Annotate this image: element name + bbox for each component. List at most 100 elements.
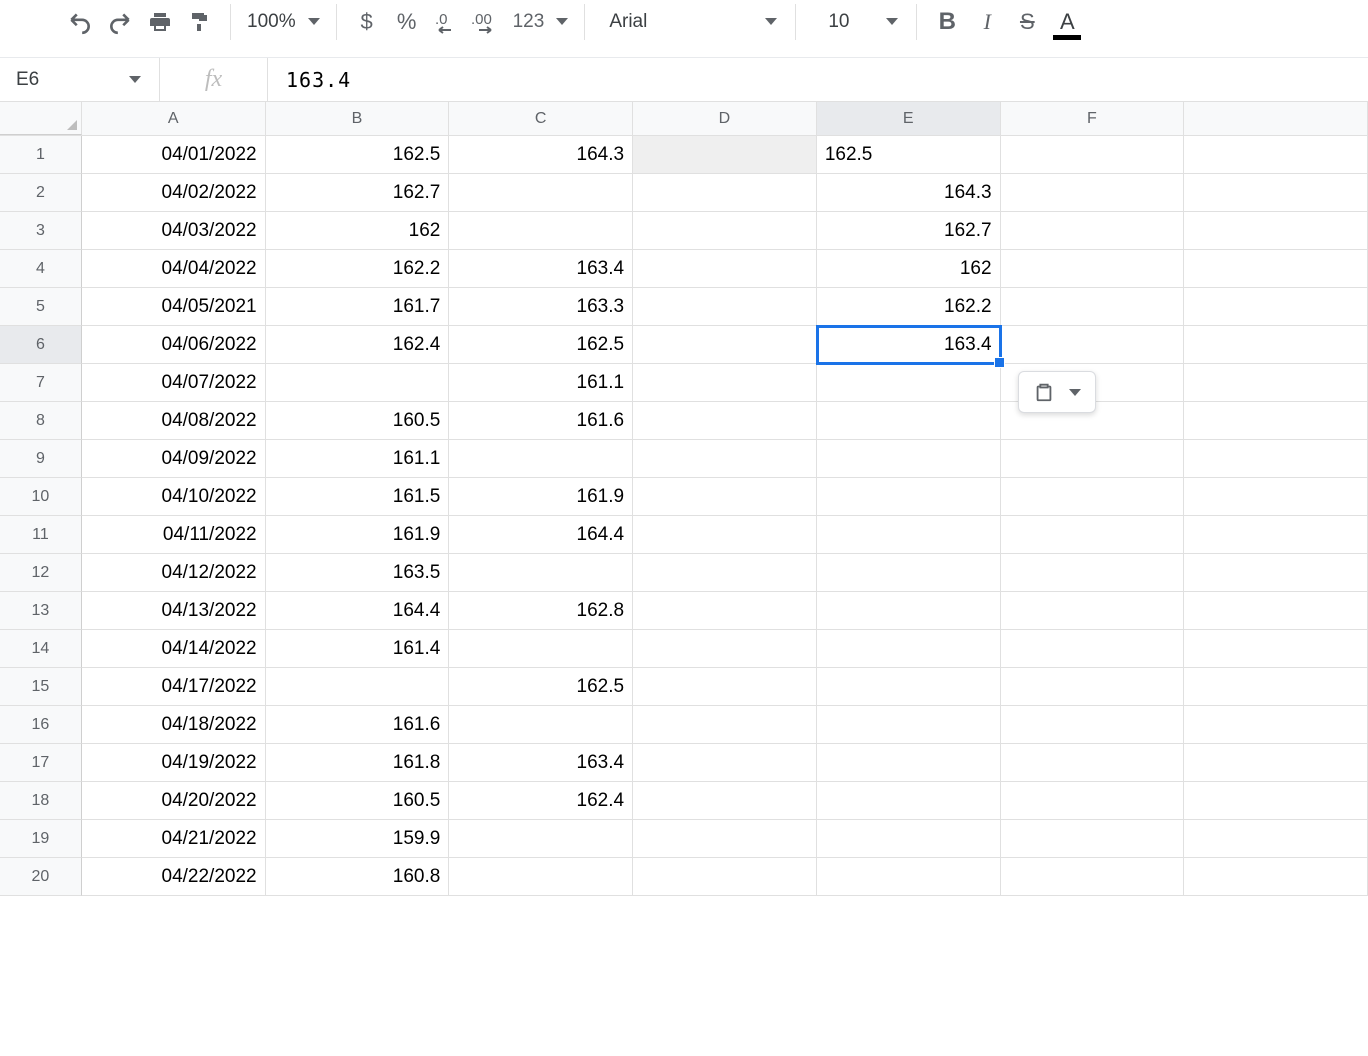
- cell[interactable]: 164.3: [449, 136, 633, 174]
- cell[interactable]: 164.4: [266, 592, 450, 630]
- name-box[interactable]: E6: [0, 58, 160, 101]
- cell[interactable]: 159.9: [266, 820, 450, 858]
- cell[interactable]: [633, 402, 817, 440]
- row-header[interactable]: 12: [0, 554, 82, 592]
- text-color-button[interactable]: A: [1047, 2, 1087, 42]
- cell[interactable]: [633, 440, 817, 478]
- cell[interactable]: 162: [266, 212, 450, 250]
- cell[interactable]: [1184, 250, 1368, 288]
- cell[interactable]: [1184, 364, 1368, 402]
- cell[interactable]: [633, 744, 817, 782]
- cell[interactable]: 162.7: [266, 174, 450, 212]
- cell[interactable]: [817, 820, 1001, 858]
- zoom-dropdown[interactable]: 100%: [241, 2, 326, 42]
- cell[interactable]: [1001, 630, 1185, 668]
- row-header[interactable]: 5: [0, 288, 82, 326]
- cell[interactable]: [449, 858, 633, 896]
- cell[interactable]: 161.5: [266, 478, 450, 516]
- cell[interactable]: [633, 136, 817, 174]
- row-header[interactable]: 13: [0, 592, 82, 630]
- cell[interactable]: [1001, 212, 1185, 250]
- font-dropdown[interactable]: Arial: [595, 2, 785, 42]
- cell[interactable]: [1184, 136, 1368, 174]
- cell[interactable]: 163.5: [266, 554, 450, 592]
- cell[interactable]: 162.5: [266, 136, 450, 174]
- cell[interactable]: [1184, 668, 1368, 706]
- cell[interactable]: [817, 858, 1001, 896]
- cell[interactable]: [1001, 136, 1185, 174]
- column-header[interactable]: F: [1001, 102, 1185, 135]
- row-header[interactable]: 16: [0, 706, 82, 744]
- cell[interactable]: [633, 288, 817, 326]
- cell[interactable]: 04/10/2022: [82, 478, 266, 516]
- cell[interactable]: 162: [817, 250, 1001, 288]
- row-header[interactable]: 20: [0, 858, 82, 896]
- cell[interactable]: [817, 668, 1001, 706]
- more-formats-dropdown[interactable]: 123: [507, 2, 575, 42]
- cell[interactable]: 161.7: [266, 288, 450, 326]
- cell[interactable]: [633, 478, 817, 516]
- cell[interactable]: 162.2: [817, 288, 1001, 326]
- cell[interactable]: 04/12/2022: [82, 554, 266, 592]
- cell[interactable]: 04/03/2022: [82, 212, 266, 250]
- column-header[interactable]: C: [449, 102, 633, 135]
- row-header[interactable]: 15: [0, 668, 82, 706]
- cell[interactable]: [449, 440, 633, 478]
- cell[interactable]: [633, 174, 817, 212]
- cell[interactable]: [1001, 288, 1185, 326]
- cell[interactable]: [1184, 592, 1368, 630]
- cell[interactable]: [633, 668, 817, 706]
- cell[interactable]: [449, 212, 633, 250]
- column-header[interactable]: [1184, 102, 1368, 135]
- cell[interactable]: [1001, 440, 1185, 478]
- cell[interactable]: [1001, 554, 1185, 592]
- cell[interactable]: 163.4: [449, 744, 633, 782]
- cell[interactable]: [1184, 516, 1368, 554]
- cell[interactable]: [1184, 630, 1368, 668]
- cell[interactable]: 161.8: [266, 744, 450, 782]
- strikethrough-button[interactable]: S: [1007, 2, 1047, 42]
- cell[interactable]: [1001, 858, 1185, 896]
- cell[interactable]: [1001, 706, 1185, 744]
- cell[interactable]: 04/21/2022: [82, 820, 266, 858]
- cell[interactable]: 161.6: [449, 402, 633, 440]
- row-header[interactable]: 19: [0, 820, 82, 858]
- cell[interactable]: [1184, 706, 1368, 744]
- cell[interactable]: [633, 706, 817, 744]
- cell[interactable]: [633, 212, 817, 250]
- cell[interactable]: 162.5: [449, 668, 633, 706]
- row-header[interactable]: 7: [0, 364, 82, 402]
- cell[interactable]: 161.1: [449, 364, 633, 402]
- cell[interactable]: [817, 706, 1001, 744]
- row-header[interactable]: 4: [0, 250, 82, 288]
- cell[interactable]: 04/20/2022: [82, 782, 266, 820]
- cell[interactable]: [1001, 250, 1185, 288]
- cell[interactable]: [817, 516, 1001, 554]
- row-header[interactable]: 17: [0, 744, 82, 782]
- cell[interactable]: [1184, 440, 1368, 478]
- cell[interactable]: [266, 668, 450, 706]
- row-header[interactable]: 10: [0, 478, 82, 516]
- cell[interactable]: [633, 858, 817, 896]
- redo-button[interactable]: [100, 2, 140, 42]
- cell[interactable]: 04/19/2022: [82, 744, 266, 782]
- cell[interactable]: 164.3: [817, 174, 1001, 212]
- cell[interactable]: [1184, 326, 1368, 364]
- cell[interactable]: 04/02/2022: [82, 174, 266, 212]
- cell[interactable]: [1001, 592, 1185, 630]
- cell[interactable]: 161.4: [266, 630, 450, 668]
- cell[interactable]: [1184, 212, 1368, 250]
- cell[interactable]: 162.8: [449, 592, 633, 630]
- cell[interactable]: 04/18/2022: [82, 706, 266, 744]
- cell[interactable]: [1184, 554, 1368, 592]
- row-header[interactable]: 11: [0, 516, 82, 554]
- cell[interactable]: [1001, 478, 1185, 516]
- cell[interactable]: [1184, 174, 1368, 212]
- cell[interactable]: 04/22/2022: [82, 858, 266, 896]
- cell[interactable]: 04/08/2022: [82, 402, 266, 440]
- cell[interactable]: [1184, 782, 1368, 820]
- cell[interactable]: 160.5: [266, 782, 450, 820]
- currency-button[interactable]: $: [347, 2, 387, 42]
- formula-input[interactable]: [268, 58, 1368, 101]
- row-header[interactable]: 8: [0, 402, 82, 440]
